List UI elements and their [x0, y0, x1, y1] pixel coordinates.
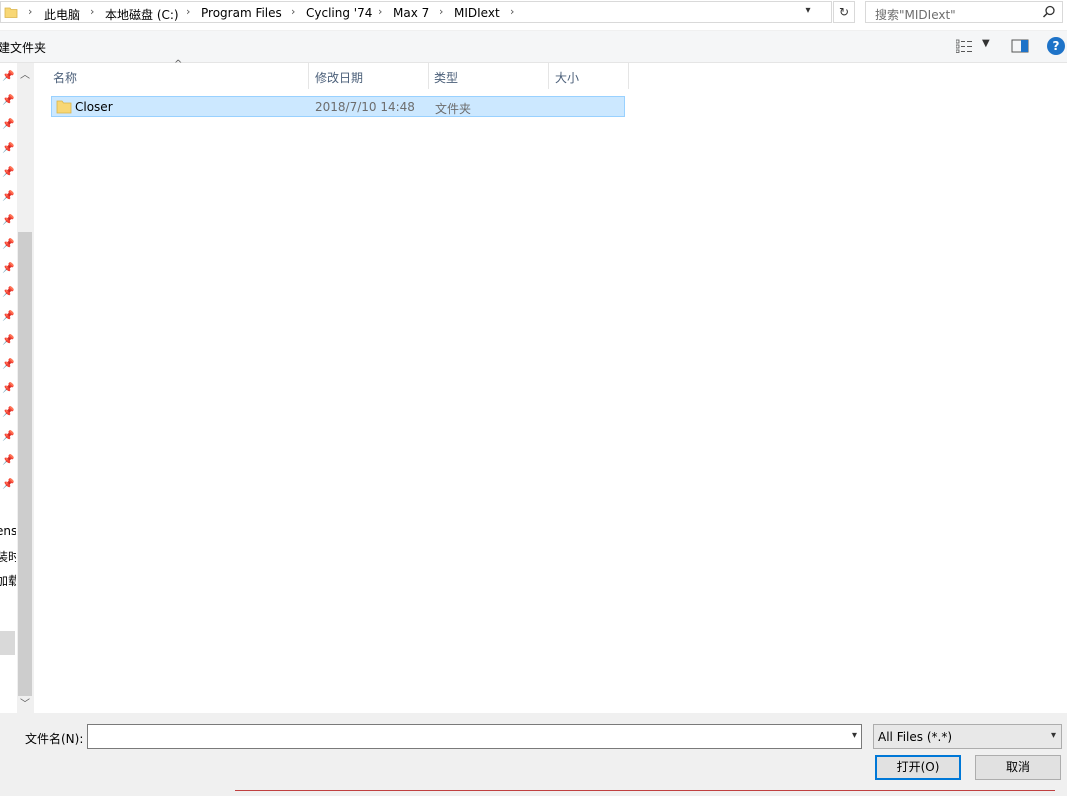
column-divider[interactable] [628, 63, 629, 89]
column-header-modified[interactable]: 修改日期 [315, 69, 363, 86]
pin-icon[interactable]: 📌 [2, 455, 14, 467]
search-input[interactable]: 搜索"MIDIext" [865, 1, 1063, 23]
pin-icon[interactable]: 📌 [2, 335, 14, 347]
pin-icon[interactable]: 📌 [2, 71, 14, 83]
view-options-icon[interactable] [956, 39, 974, 53]
file-type-filter[interactable]: All Files (*.*) ▾ [873, 724, 1062, 749]
pin-icon[interactable]: 📌 [2, 239, 14, 251]
address-bar[interactable]: › 此电脑 › 本地磁盘 (C:) › Program Files › Cycl… [0, 1, 832, 23]
nav-item-label[interactable]: ens [0, 524, 16, 538]
pin-icon[interactable]: 📌 [2, 191, 14, 203]
chevron-down-icon[interactable]: ▼ [982, 38, 990, 49]
breadcrumb-cycling74[interactable]: Cycling '74 [306, 6, 372, 20]
column-header-name[interactable]: 名称 [53, 69, 77, 86]
file-list-pane[interactable]: ^ 名称 修改日期 类型 大小 [34, 59, 1067, 713]
file-modified: 2018/7/10 14:48 [315, 100, 415, 114]
file-name[interactable]: Closer [75, 100, 113, 114]
file-type-filter-value: All Files (*.*) [878, 730, 953, 744]
pin-icon[interactable]: 📌 [2, 143, 14, 155]
chevron-right-icon[interactable]: › [439, 5, 443, 18]
pin-icon[interactable]: 📌 [2, 263, 14, 275]
chevron-down-icon[interactable]: ﹀ [20, 695, 30, 710]
file-type: 文件夹 [435, 102, 472, 116]
new-folder-button[interactable]: 建文件夹 [0, 39, 46, 56]
sort-ascending-icon: ^ [174, 59, 183, 70]
preview-pane-icon[interactable] [1011, 39, 1029, 53]
column-divider[interactable] [308, 63, 309, 89]
pin-icon[interactable]: 📌 [2, 287, 14, 299]
folder-icon [56, 100, 72, 114]
pin-icon[interactable]: 📌 [2, 215, 14, 227]
nav-item-label[interactable]: 装时 [0, 548, 16, 565]
breadcrumb-this-pc[interactable]: 此电脑 [44, 6, 80, 23]
chevron-right-icon[interactable]: › [28, 5, 32, 18]
command-toolbar: 建文件夹 ▼ ? [0, 31, 1067, 63]
chevron-down-icon[interactable]: ▾ [801, 5, 815, 21]
breadcrumb-max7[interactable]: Max 7 [393, 6, 429, 20]
pin-icon[interactable]: 📌 [2, 383, 14, 395]
column-divider[interactable] [548, 63, 549, 89]
search-placeholder: 搜索"MIDIext" [875, 8, 956, 22]
pin-icon[interactable]: 📌 [2, 311, 14, 323]
pin-icon[interactable]: 📌 [2, 95, 14, 107]
chevron-down-icon[interactable]: ▾ [1051, 730, 1056, 741]
nav-item-label[interactable]: 加载 [0, 572, 16, 589]
pin-icon[interactable]: 📌 [2, 119, 14, 131]
search-icon[interactable] [1042, 5, 1056, 19]
nav-scrollbar-thumb[interactable] [18, 232, 32, 696]
chevron-right-icon[interactable]: › [291, 5, 295, 18]
pin-icon[interactable]: 📌 [2, 407, 14, 419]
breadcrumb-local-disk[interactable]: 本地磁盘 (C:) [105, 6, 179, 23]
breadcrumb-program-files[interactable]: Program Files [201, 6, 282, 20]
refresh-button[interactable]: ↻ [833, 1, 855, 23]
folder-icon [4, 7, 18, 18]
chevron-right-icon[interactable]: › [378, 5, 382, 18]
cancel-button[interactable]: 取消 [975, 755, 1061, 780]
help-icon[interactable]: ? [1047, 37, 1065, 55]
breadcrumb-midiext[interactable]: MIDIext [454, 6, 500, 20]
chevron-right-icon[interactable]: › [186, 5, 190, 18]
chevron-up-icon[interactable]: ︿ [20, 66, 30, 81]
filename-input[interactable]: ▾ [87, 724, 862, 749]
pin-icon[interactable]: 📌 [2, 431, 14, 443]
pin-icon[interactable]: 📌 [2, 359, 14, 371]
table-row[interactable]: Closer 2018/7/10 14:48 文件夹 [51, 96, 625, 117]
chevron-right-icon[interactable]: › [510, 5, 514, 18]
nav-selected-item[interactable] [0, 631, 15, 655]
column-header-type[interactable]: 类型 [434, 69, 458, 86]
background-window-edge [235, 790, 1055, 791]
chevron-right-icon[interactable]: › [90, 5, 94, 18]
refresh-icon: ↻ [838, 5, 850, 19]
column-divider[interactable] [428, 63, 429, 89]
open-button[interactable]: 打开(O) [875, 755, 961, 780]
pin-icon[interactable]: 📌 [2, 479, 14, 491]
chevron-down-icon[interactable]: ▾ [852, 730, 857, 741]
column-header-size[interactable]: 大小 [555, 69, 579, 86]
filename-label: 文件名(N): [25, 732, 84, 746]
pin-icon[interactable]: 📌 [2, 167, 14, 179]
